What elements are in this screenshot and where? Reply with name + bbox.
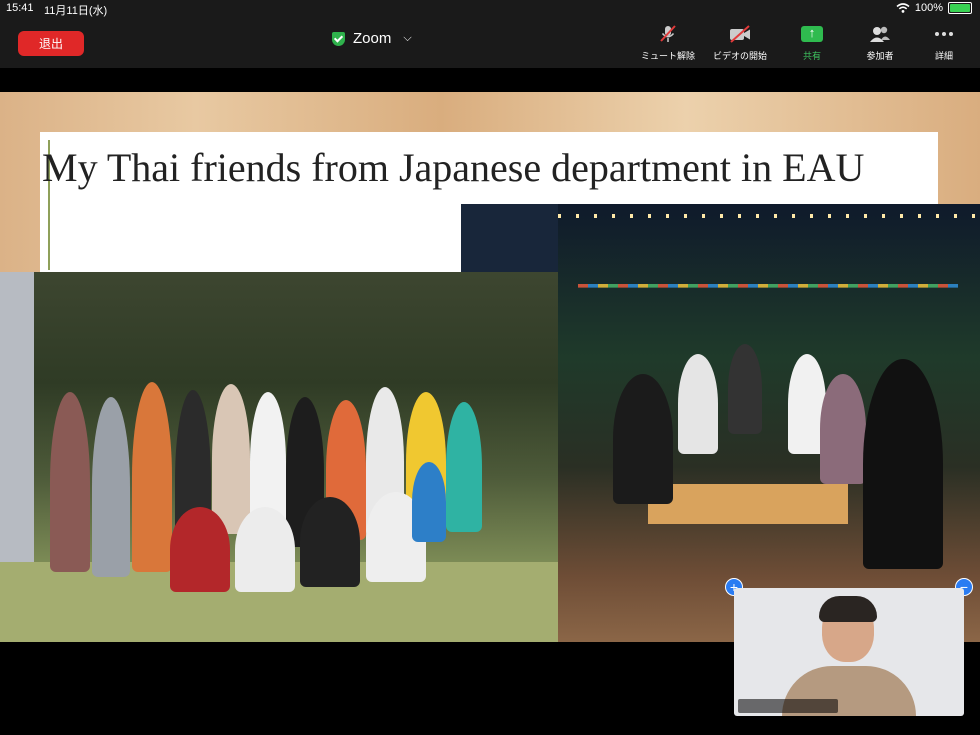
meeting-title: Zoom [353,30,392,47]
unmute-button[interactable]: ミュート解除 [633,24,703,62]
participants-button[interactable]: 参加者 [845,24,915,62]
battery-icon [948,2,972,14]
self-video-tile[interactable] [734,588,964,716]
string-lights [558,214,980,218]
start-video-button[interactable]: ビデオの開始 [705,24,775,62]
battery-percent: 100% [914,2,943,14]
more-icon [933,24,955,44]
share-screen-icon [801,25,823,42]
participant-name-tag [738,699,838,713]
participants-label: 参加者 [866,51,894,61]
participant-hair [819,596,877,622]
dinner-table [648,484,848,524]
slide-title: My Thai friends from Japanese department… [42,145,865,190]
video-off-icon [728,24,752,44]
group-photo-outdoor [0,272,558,642]
shared-screen: My Thai friends from Japanese department… [0,92,980,642]
participants-icon [868,24,892,44]
shield-icon [332,31,345,46]
share-label: 共有 [802,51,821,61]
chevron-down-icon: ⌵ [403,32,412,44]
more-label: 詳細 [934,51,953,61]
status-time: 15:41 [6,2,34,14]
night-sky-strip [461,204,558,272]
wifi-icon [896,3,910,13]
building-wall [0,272,34,572]
share-button[interactable]: 共有 [777,24,847,62]
bunting-flags [578,284,958,288]
more-button[interactable]: 詳細 [909,24,979,62]
group-photo-night-dinner [558,204,980,642]
leave-button[interactable]: 退出 [18,31,84,56]
start-video-label: ビデオの開始 [712,51,767,61]
unmute-label: ミュート解除 [640,51,695,61]
meeting-info-button[interactable]: Zoom ⌵ [332,30,412,47]
status-right: 100% [896,2,972,14]
muted-mic-icon [658,24,678,44]
status-bar: 15:41 11月11日(水) 100% [0,0,980,18]
status-date: 11月11日(水) [44,5,108,17]
meeting-toolbar: 退出 Zoom ⌵ ミュート解除 ビデオの開始 共有 [0,18,980,68]
